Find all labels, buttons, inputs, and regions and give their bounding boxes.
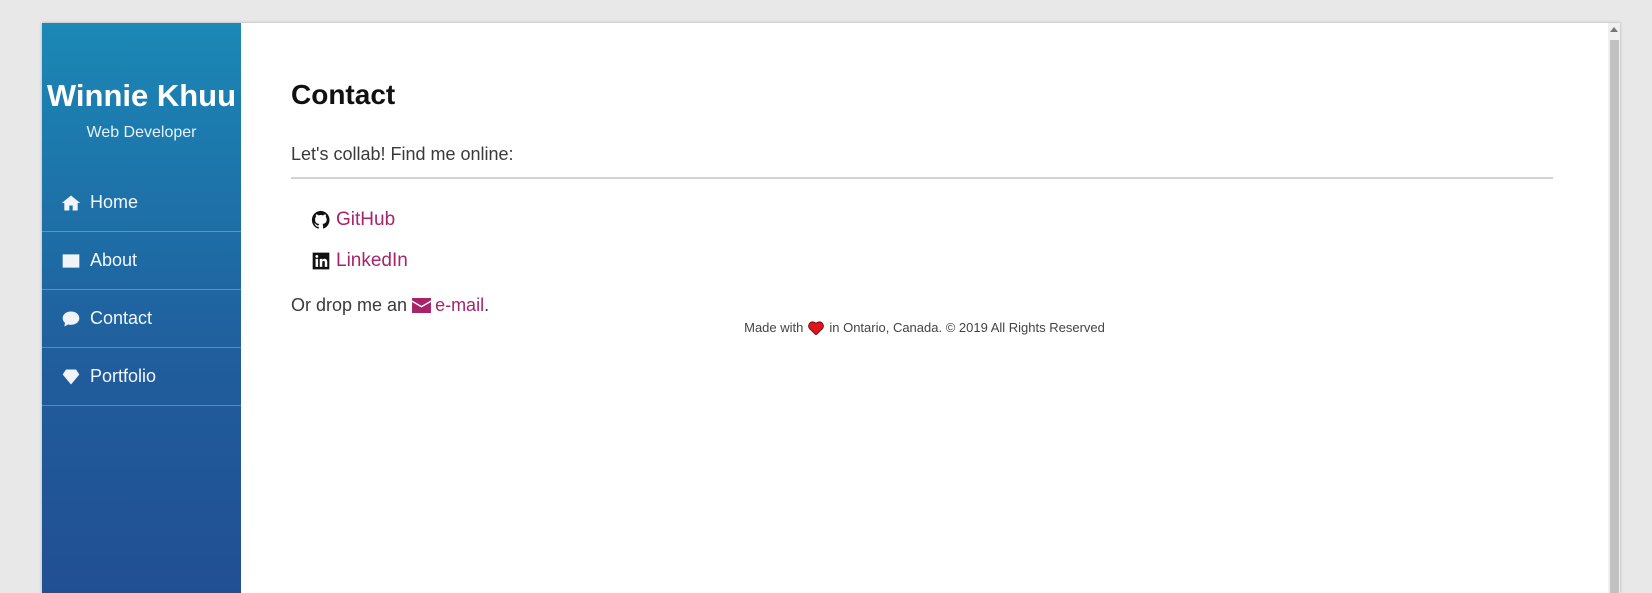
footer-text-after: in Ontario, Canada. © 2019 All Rights Re…	[829, 320, 1105, 335]
github-icon	[311, 210, 330, 229]
sidebar-item-label: Portfolio	[90, 366, 157, 386]
chat-icon	[62, 311, 80, 326]
email-line: Or drop me an e-mail .	[291, 295, 489, 316]
main-content: Contact Let's collab! Find me online: Gi…	[241, 23, 1608, 593]
home-icon	[61, 195, 81, 210]
sidebar-item-label: About	[90, 250, 138, 270]
email-suffix: .	[484, 295, 490, 315]
browser-window: Winnie Khuu Web Developer Home About Con…	[42, 23, 1620, 593]
email-link[interactable]: e-mail	[412, 295, 484, 316]
footer-text-before: Made with	[744, 320, 804, 335]
sidebar-item-home[interactable]: Home	[42, 174, 241, 232]
intro-text: Let's collab! Find me online:	[291, 144, 514, 164]
email-prefix: Or drop me an	[291, 295, 408, 315]
scroll-up-arrow-icon[interactable]	[1610, 27, 1618, 32]
sidebar: Winnie Khuu Web Developer Home About Con…	[42, 23, 241, 593]
divider	[291, 177, 1553, 179]
page-title: Contact	[291, 79, 396, 110]
linkedin-link-label[interactable]: LinkedIn	[336, 250, 408, 272]
sidebar-nav: Home About Contact Portfolio	[42, 174, 241, 406]
site-role: Web Developer	[86, 124, 197, 141]
sidebar-item-label: Contact	[90, 308, 153, 328]
github-link-label[interactable]: GitHub	[336, 209, 395, 231]
diamond-icon	[62, 369, 80, 384]
id-card-icon	[62, 253, 80, 268]
heart-icon	[808, 320, 825, 335]
email-link-label[interactable]: e-mail	[435, 295, 484, 316]
sidebar-item-contact[interactable]: Contact	[42, 290, 241, 348]
scroll-thumb[interactable]	[1610, 40, 1619, 593]
github-link[interactable]: GitHub	[311, 209, 395, 231]
sidebar-item-about[interactable]: About	[42, 232, 241, 290]
vertical-scrollbar[interactable]	[1608, 23, 1620, 593]
site-name[interactable]: Winnie Khuu	[42, 78, 241, 114]
linkedin-icon	[312, 252, 330, 270]
linkedin-link[interactable]: LinkedIn	[311, 250, 408, 272]
sidebar-item-label: Home	[90, 192, 139, 212]
footer: Made with in Ontario, Canada. © 2019 All…	[241, 320, 1608, 335]
sidebar-item-portfolio[interactable]: Portfolio	[42, 348, 241, 406]
envelope-icon	[412, 298, 432, 313]
